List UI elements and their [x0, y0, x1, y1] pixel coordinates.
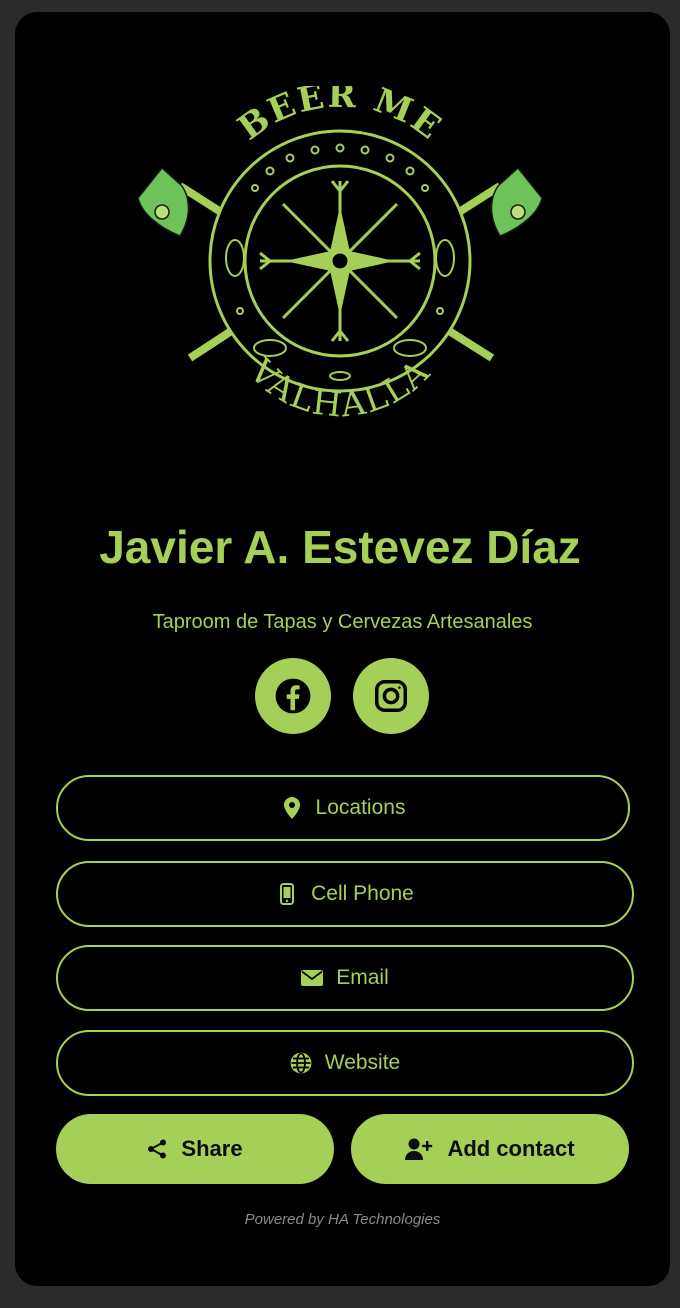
globe-icon: [290, 1052, 312, 1074]
axe-left-icon: [137, 166, 190, 237]
cell-phone-button[interactable]: Cell Phone: [56, 861, 634, 927]
mobile-phone-icon: [276, 883, 298, 905]
facebook-button[interactable]: [255, 658, 331, 734]
website-button[interactable]: Website: [56, 1030, 634, 1096]
locations-label: Locations: [315, 796, 406, 819]
locations-button[interactable]: Locations: [56, 775, 630, 841]
website-label: Website: [324, 1051, 401, 1074]
instagram-icon: [375, 680, 407, 712]
envelope-icon: [301, 967, 324, 989]
share-button[interactable]: Share: [56, 1114, 334, 1184]
cell-phone-label: Cell Phone: [311, 882, 414, 905]
share-icon: [147, 1139, 167, 1159]
email-label: Email: [336, 966, 389, 989]
email-button[interactable]: Email: [56, 945, 634, 1011]
map-pin-icon: [281, 797, 303, 819]
facebook-icon: [275, 678, 311, 714]
add-contact-label: Add contact: [447, 1136, 575, 1161]
user-plus-icon: [405, 1138, 433, 1160]
powered-by-footer: Powered by HA Technologies: [244, 1211, 441, 1228]
profile-name: Javier A. Estevez Díaz: [99, 521, 581, 573]
instagram-button[interactable]: [353, 658, 429, 734]
beer-me-valhalla-logo: BEER ME VALHALLA: [137, 86, 543, 426]
share-label: Share: [181, 1136, 243, 1161]
profile-tagline: Taproom de Tapas y Cervezas Artesanales: [152, 611, 533, 633]
axe-right-icon: [490, 166, 543, 237]
add-contact-button[interactable]: Add contact: [351, 1114, 629, 1184]
